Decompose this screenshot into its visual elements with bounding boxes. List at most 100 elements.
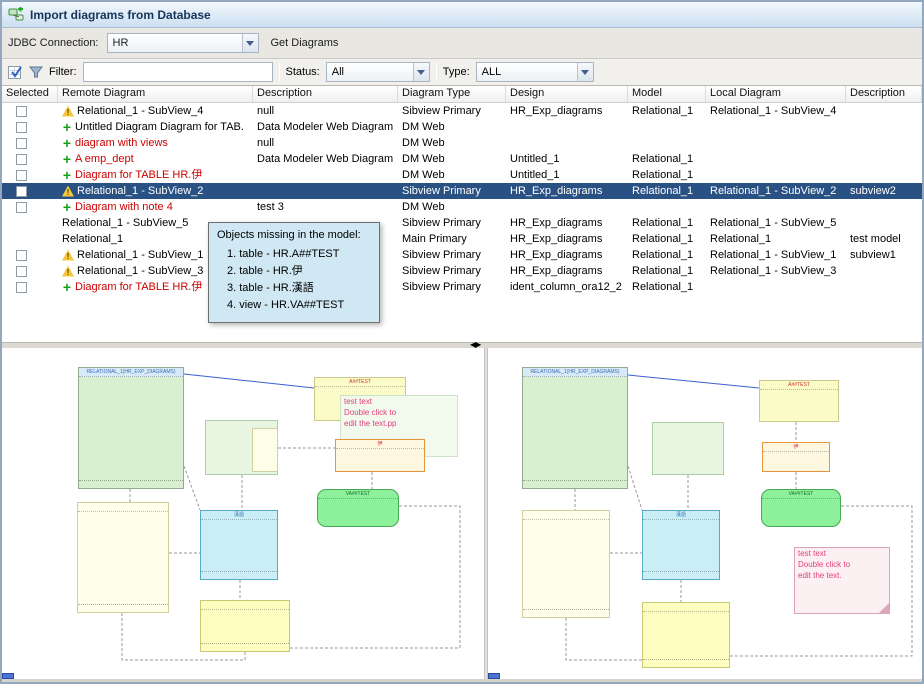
separator	[436, 63, 437, 81]
column-header[interactable]: Description	[846, 86, 922, 102]
tooltip-item: 3. table - HR.漢語	[217, 280, 371, 297]
cell-design: ident_column_ora12_2	[506, 279, 628, 295]
remote-diagram-name: Relational_1 - SubView_1	[77, 247, 203, 263]
select-all-icon[interactable]	[8, 65, 23, 80]
cell-selected	[2, 199, 58, 215]
cell-description2	[846, 215, 922, 231]
diagram-entity-box: VA##TEST	[761, 489, 841, 527]
note-text-line: test text	[341, 396, 457, 407]
entity-title	[523, 511, 609, 520]
row-checkbox[interactable]	[16, 250, 27, 261]
table-row[interactable]: !Relational_1 - SubView_4nullSibview Pri…	[2, 103, 922, 119]
cell-model: Relational_1	[628, 167, 706, 183]
column-header[interactable]: Selected	[2, 86, 58, 102]
table-row[interactable]: !Relational_1 - SubView_3Sibview Primary…	[2, 263, 922, 279]
table-row[interactable]: +Untitled Diagram Diagram for TAB.Data M…	[2, 119, 922, 135]
column-header[interactable]: Design	[506, 86, 628, 102]
diagrams-table: SelectedRemote DiagramDescriptionDiagram…	[2, 86, 922, 342]
status-combo[interactable]: All	[326, 62, 430, 82]
window-bottom-edge	[2, 679, 922, 682]
table-row[interactable]: +Diagram with note 4test 3DM Web	[2, 199, 922, 215]
filter-funnel-icon	[29, 65, 43, 79]
table-row[interactable]: !Relational_1 - SubView_2Sibview Primary…	[2, 183, 922, 199]
cell-design: Untitled_1	[506, 167, 628, 183]
remote-diagram-name: Relational_1	[62, 231, 123, 247]
remote-diagram-name: Diagram for TABLE HR.伊	[75, 167, 202, 183]
cell-model	[628, 135, 706, 151]
combo-arrow-icon[interactable]	[242, 34, 258, 52]
entity-divider	[523, 480, 627, 481]
entity-title: RELATIONAL_1(HR_EXP_DIAGRAMS)	[79, 368, 183, 377]
row-checkbox[interactable]	[16, 186, 27, 197]
cell-selected	[2, 151, 58, 167]
cell-diagram_type: Main Primary	[398, 231, 506, 247]
entity-title: 伊	[763, 443, 829, 452]
table-row[interactable]: !Relational_1 - SubView_1Sibview Primary…	[2, 247, 922, 263]
column-header[interactable]: Remote Diagram	[58, 86, 253, 102]
diagram-entity-box: 伊	[335, 439, 425, 472]
jdbc-connection-combo[interactable]: HR	[107, 33, 259, 53]
add-icon: +	[62, 138, 72, 148]
diagram-entity-box: A##TEST	[759, 380, 839, 422]
entity-divider	[78, 604, 168, 605]
table-row[interactable]: +Diagram for TABLE HR.伊DM WebUntitled_1R…	[2, 167, 922, 183]
diagram-entity-box	[522, 510, 610, 618]
row-checkbox[interactable]	[16, 138, 27, 149]
table-row[interactable]: Relational_1Main PrimaryHR_Exp_diagramsR…	[2, 231, 922, 247]
row-checkbox[interactable]	[16, 266, 27, 277]
cell-description2	[846, 263, 922, 279]
cell-description2: test model	[846, 231, 922, 247]
cell-local: Relational_1 - SubView_3	[706, 263, 846, 279]
row-checkbox[interactable]	[16, 106, 27, 117]
cell-diagram_type: DM Web	[398, 167, 506, 183]
add-icon: +	[62, 154, 72, 164]
entity-title	[643, 603, 729, 612]
hscroll-thumb[interactable]	[488, 673, 500, 679]
combo-arrow-icon[interactable]	[577, 63, 593, 81]
filter-input[interactable]	[83, 62, 273, 82]
cell-description2	[846, 167, 922, 183]
cell-selected	[2, 231, 58, 247]
row-checkbox[interactable]	[16, 202, 27, 213]
cell-remote-diagram: +Untitled Diagram Diagram for TAB.	[58, 119, 253, 135]
column-header[interactable]: Model	[628, 86, 706, 102]
cell-remote-diagram: !Relational_1 - SubView_4	[58, 103, 253, 119]
note-text-line: edit the text.	[795, 570, 889, 581]
cell-design	[506, 119, 628, 135]
table-row[interactable]: +A emp_deptData Modeler Web DiagramDM We…	[2, 151, 922, 167]
diagram-entity-box: 漢語	[642, 510, 720, 580]
titlebar[interactable]: Import diagrams from Database	[2, 2, 922, 28]
table-row[interactable]: Relational_1 - SubView_5Sibview PrimaryH…	[2, 215, 922, 231]
row-checkbox[interactable]	[16, 154, 27, 165]
tooltip-item: 1. table - HR.A##TEST	[217, 246, 371, 263]
column-header[interactable]: Description	[253, 86, 398, 102]
type-combo[interactable]: ALL	[476, 62, 594, 82]
cell-design: Untitled_1	[506, 151, 628, 167]
row-checkbox[interactable]	[16, 282, 27, 293]
cell-diagram_type: DM Web	[398, 199, 506, 215]
entity-divider	[201, 643, 289, 644]
cell-selected	[2, 279, 58, 295]
cell-local	[706, 151, 846, 167]
row-checkbox[interactable]	[16, 122, 27, 133]
combo-arrow-icon[interactable]	[413, 63, 429, 81]
cell-diagram_type: DM Web	[398, 151, 506, 167]
cell-diagram_type: Sibview Primary	[398, 279, 506, 295]
entity-divider	[523, 609, 609, 610]
column-header[interactable]: Diagram Type	[398, 86, 506, 102]
column-header[interactable]: Local Diagram	[706, 86, 846, 102]
table-row[interactable]: +Diagram for TABLE HR.伊Sibview Primaryid…	[2, 279, 922, 295]
cell-local: Relational_1	[706, 231, 846, 247]
cell-selected	[2, 167, 58, 183]
cell-remote-diagram: !Relational_1 - SubView_2	[58, 183, 253, 199]
row-checkbox[interactable]	[16, 170, 27, 181]
warning-icon: !	[62, 186, 74, 197]
cell-selected	[2, 103, 58, 119]
remote-diagram-name: Untitled Diagram Diagram for TAB.	[75, 119, 244, 135]
filter-bar: Filter: Status: All Type: ALL	[2, 58, 922, 86]
cell-local	[706, 119, 846, 135]
entity-title: RELATIONAL_1(HR_EXP_DIAGRAMS)	[523, 368, 627, 377]
get-diagrams-button[interactable]: Get Diagrams	[267, 35, 343, 51]
hscroll-thumb[interactable]	[2, 673, 14, 679]
table-row[interactable]: +diagram with viewsnullDM Web	[2, 135, 922, 151]
